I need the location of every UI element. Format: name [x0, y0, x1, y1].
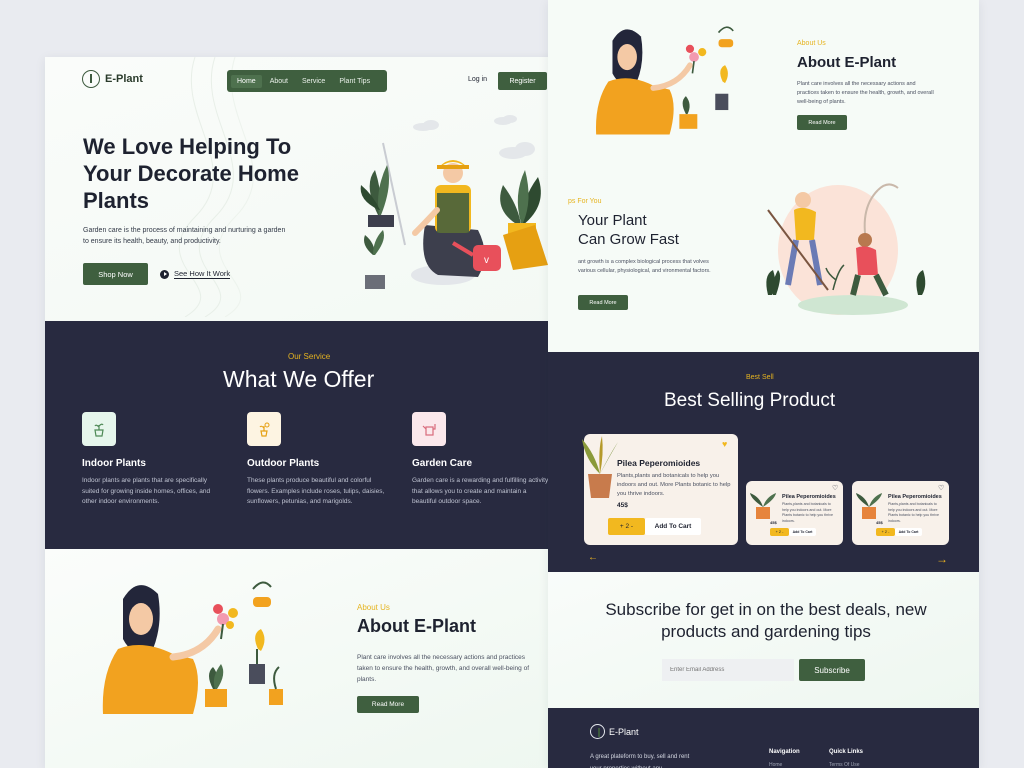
nav-home[interactable]: Home [231, 74, 262, 88]
tips-title-line2: Can Grow Fast [578, 231, 679, 248]
hero-title: We Love Helping To Your Decorate Home Pl… [83, 134, 299, 213]
best-selling-section: Best Sell Best Selling Product ♥ Pilea P… [548, 352, 979, 572]
product-price: 45$ [876, 520, 883, 525]
plant-pot-icon [856, 493, 882, 519]
about-section: About Us About E-Plant Plant care involv… [45, 549, 585, 768]
pilea-plant-icon [582, 436, 618, 498]
gardeners-planting-illustration [766, 183, 926, 315]
woman-with-flowers-illustration [595, 26, 734, 135]
heart-icon[interactable]: ♥ [722, 439, 727, 449]
login-link[interactable]: Log in [468, 76, 487, 83]
brand-logo[interactable]: E-Plant [82, 70, 143, 88]
plant-pot-icon [750, 493, 776, 519]
about-tag: About Us [357, 603, 390, 612]
product-price: 45$ [617, 502, 628, 509]
woman-with-flowers-illustration [102, 581, 283, 714]
footer-brand[interactable]: E-Plant [590, 724, 639, 739]
product-card[interactable]: ♡ Pilea Peperomioides Plants,plants and … [746, 481, 843, 545]
product-name: Pilea Peperomioides [617, 458, 701, 468]
quantity-stepper[interactable]: + 2 - [608, 518, 645, 535]
product-description: Plants,plants and botanicals to help you… [782, 502, 833, 523]
best-sell-tag: Best Sell [746, 374, 774, 381]
sun-plant-icon [247, 412, 281, 446]
about-tag: About Us [797, 40, 826, 47]
watering-can-icon [412, 412, 446, 446]
quantity-stepper[interactable]: + 2 - [770, 528, 789, 536]
footer-tagline: A great plateform to buy, sell and rent … [590, 754, 690, 768]
main-nav: Home About Service Plant Tips [227, 70, 387, 92]
add-to-cart-button[interactable]: Add To Cart [895, 528, 922, 536]
leaf-logo-icon [82, 70, 100, 88]
read-more-button[interactable]: Read More [357, 696, 419, 713]
subscribe-section: Subscribe for get in on the best deals, … [548, 572, 979, 708]
service-description: Indoor plants are plants that are specif… [82, 477, 211, 505]
services-tag: Our Service [288, 352, 331, 361]
footer-terms-link[interactable]: Terms Of Use [829, 762, 860, 768]
shop-now-button[interactable]: Shop Now [83, 263, 148, 285]
product-description: Plants,plants and botanicals to help you… [617, 473, 731, 497]
hero-description: Garden care is the process of maintainin… [83, 227, 286, 245]
footer-nav-home[interactable]: Home [769, 762, 782, 768]
tips-title: Your Plant Can Grow Fast [578, 211, 728, 249]
register-button[interactable]: Register [498, 72, 547, 90]
service-outdoor-plants[interactable]: Outdoor Plants These plants produce beau… [247, 412, 387, 508]
about-description: Plant care involves all the necessary ac… [797, 81, 934, 105]
product-card-featured[interactable]: ♥ Pilea Peperomioides Plants,plants and … [582, 434, 738, 545]
svg-text:v: v [484, 255, 489, 266]
product-description: Plants,plants and botanicals to help you… [888, 502, 939, 523]
landing-page-main: E-Plant Home About Service Plant Tips Lo… [45, 57, 585, 768]
product-name: Pilea Peperomioides [782, 494, 836, 500]
service-description: These plants produce beautiful and color… [247, 477, 385, 505]
add-to-cart-button[interactable]: Add To Cart [789, 528, 816, 536]
about-description: Plant care involves all the necessary ac… [357, 654, 529, 683]
next-arrow-icon[interactable]: → [936, 552, 948, 566]
subscribe-button[interactable]: Subscribe [799, 659, 865, 681]
services-section: Our Service What We Offer Indoor Plants … [45, 321, 585, 549]
landing-page-secondary: About Us About E-Plant Plant care involv… [548, 0, 979, 768]
product-card[interactable]: ♡ Pilea Peperomioides Plants,plants and … [852, 481, 949, 545]
nav-service[interactable]: Service [296, 75, 331, 88]
see-how-label: See How It Work [174, 269, 231, 279]
service-indoor-plants[interactable]: Indoor Plants Indoor plants are plants t… [82, 412, 222, 508]
read-more-button[interactable]: Read More [578, 295, 628, 310]
read-more-button[interactable]: Read More [797, 115, 847, 130]
prev-arrow-icon[interactable]: ← [588, 552, 598, 563]
footer-links-heading: Quick Links [829, 749, 864, 755]
tips-tag: ps For You [568, 198, 602, 205]
footer-nav-heading: Navigation [769, 749, 800, 755]
footer: E-Plant A great plateform to buy, sell a… [548, 708, 979, 768]
product-price: 45$ [770, 520, 777, 525]
email-input[interactable] [662, 659, 794, 681]
service-name: Garden Care [412, 458, 473, 469]
quantity-stepper[interactable]: + 2 - [876, 528, 895, 536]
tips-description: ant growth is a complex biological proce… [578, 259, 711, 274]
best-sell-title: Best Selling Product [664, 390, 836, 411]
leaf-logo-icon [590, 724, 605, 739]
product-name: Pilea Peperomioides [888, 494, 942, 500]
about-title: About E-Plant [357, 616, 476, 636]
heart-icon[interactable]: ♡ [938, 484, 944, 492]
nav-about[interactable]: About [264, 75, 294, 88]
heart-icon[interactable]: ♡ [832, 484, 838, 492]
services-title: What We Offer [223, 366, 375, 392]
gardener-illustration: v [360, 115, 548, 289]
subscribe-title: Subscribe for get in on the best deals, … [605, 600, 927, 641]
nav-plant-tips[interactable]: Plant Tips [333, 75, 376, 88]
service-description: Garden care is a rewarding and fulfillin… [412, 477, 549, 505]
footer-brand-name: E-Plant [609, 726, 639, 737]
potted-plant-icon [82, 412, 116, 446]
service-name: Indoor Plants [82, 458, 146, 469]
play-icon [160, 269, 169, 279]
see-how-it-work-link[interactable]: See How It Work [160, 269, 231, 279]
tips-title-line1: Your Plant [578, 212, 647, 229]
service-garden-care[interactable]: Garden Care Garden care is a rewarding a… [412, 412, 552, 508]
service-name: Outdoor Plants [247, 458, 320, 469]
about-title: About E-Plant [797, 54, 897, 71]
add-to-cart-button[interactable]: Add To Cart [645, 518, 701, 535]
brand-name: E-Plant [105, 73, 143, 85]
